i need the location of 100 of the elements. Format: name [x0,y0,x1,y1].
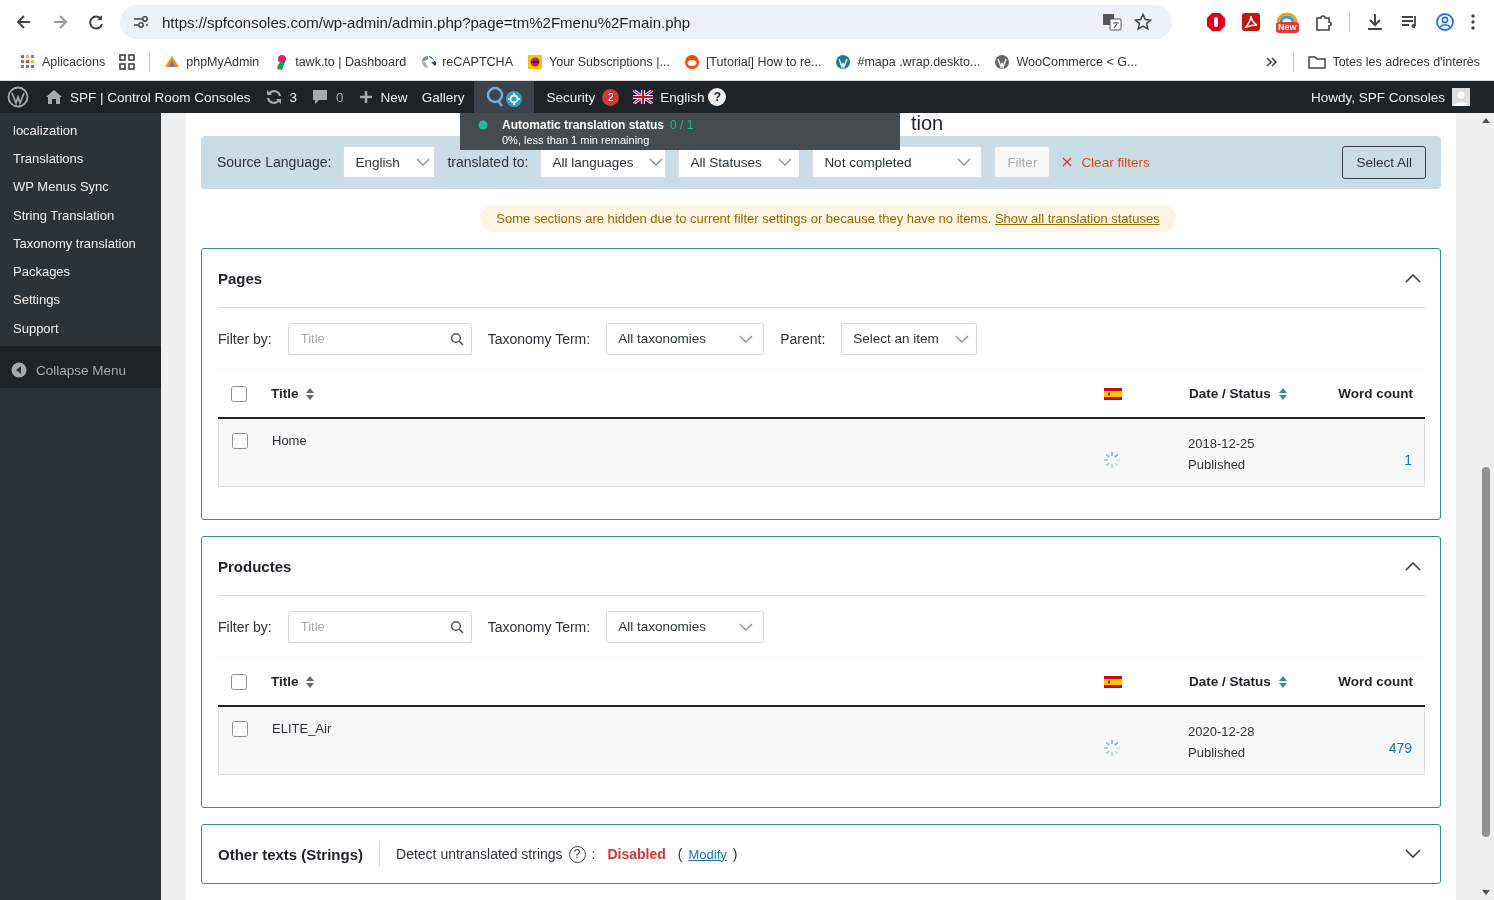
checkbox[interactable] [232,433,248,449]
pdf-icon[interactable] [1241,12,1261,32]
chevrons-icon[interactable] [1265,55,1280,69]
bookmark[interactable]: reCAPTCHA [420,54,513,70]
chevron-up-icon[interactable] [1405,273,1421,283]
account-link[interactable]: Howdy, SPF Consoles [1310,88,1470,106]
scroll-down-icon[interactable] [1482,890,1490,896]
extension-icon[interactable]: New [1276,11,1299,33]
puzzle-icon[interactable] [1313,12,1334,32]
comments-link[interactable]: 0 [311,88,344,106]
page-heading: tion [911,113,944,133]
sort-icon[interactable] [304,674,315,689]
column-header[interactable]: Date / Status [1189,674,1271,689]
column-header[interactable]: Date / Status [1189,386,1271,401]
chevron-down-icon [415,157,430,168]
sidebar-item[interactable]: String Translation [0,200,161,230]
section-title: Productes [218,557,292,575]
column-header[interactable]: Word count [1338,386,1413,401]
sidebar-item[interactable]: Taxonomy translation [0,229,161,258]
uk-flag-icon [633,90,654,104]
search-gear-icon [484,85,525,109]
detect-label: Detect untranslated strings [396,846,563,862]
site-link[interactable]: SPF | Control Room Consoles [45,88,251,106]
bookmark[interactable]: tawk.to | Dashboard [273,54,407,70]
wordpress-icon [835,54,852,70]
source-language-dropdown[interactable]: English [343,146,436,179]
rainbow-icon [1276,11,1299,22]
star-icon[interactable] [1134,13,1152,31]
site-settings-icon[interactable] [132,13,150,31]
translate-icon[interactable] [1102,12,1122,32]
home-icon [45,88,63,106]
stop-hand-icon[interactable] [1206,12,1226,32]
sort-icon[interactable] [1277,674,1288,689]
chevron-down-icon [739,333,754,344]
chevron-down-icon [739,621,754,632]
updates-link[interactable]: 3 [264,88,298,106]
spinner-icon [1103,738,1121,757]
collapse-menu-button[interactable]: Collapse Menu [0,346,161,389]
tab-groups-icon[interactable] [119,54,136,70]
item-status: Published [1188,457,1246,472]
security-link[interactable]: Security 2 [546,88,620,106]
language-link[interactable]: English ? [633,88,727,106]
bookmark[interactable]: Totes les adreces d'interès [1308,54,1480,70]
close-icon [1062,157,1073,168]
checkbox[interactable] [231,385,247,402]
colon-text: : [591,846,596,862]
sort-icon[interactable] [304,386,315,401]
bookmark[interactable]: WooCommerce < G... [994,54,1138,70]
parent-dropdown[interactable]: Select an item [841,322,978,355]
sidebar-item[interactable]: localization [0,116,161,145]
search-icon [449,619,464,634]
scroll-up-icon[interactable] [1482,117,1490,123]
sidebar-item[interactable]: Support [0,314,161,343]
translation-status-icon[interactable] [474,81,535,113]
profile-icon[interactable] [1434,12,1455,32]
sidebar-item[interactable]: Translations [0,144,161,173]
column-header[interactable]: Word count [1338,674,1413,689]
sidebar-item[interactable]: Settings [0,285,161,315]
bookmark[interactable]: Your Subscriptions |... [527,54,670,70]
bookmark[interactable]: [Tutorial] How to re... [683,54,822,70]
wordpress-icon [994,54,1011,70]
sidebar-item[interactable]: WP Menus Sync [0,172,161,201]
taxonomy-dropdown[interactable]: All taxonomies [606,322,765,355]
new-link[interactable]: New [357,89,408,105]
word-count-link[interactable]: 1 [1404,451,1412,468]
filter-label: Taxonomy Term: [487,330,591,347]
bookmark[interactable]: phpMyAdmin [164,54,260,70]
checkbox[interactable] [231,673,247,690]
item-date: 2020-12-28 [1188,724,1255,739]
scrollbar[interactable] [1478,113,1494,900]
sidebar-item[interactable]: Packages [0,257,161,286]
chevron-down-icon[interactable] [1405,849,1421,859]
select-all-button[interactable]: Select All [1342,145,1426,179]
word-count-link[interactable]: 479 [1388,739,1412,756]
folder-icon [1308,54,1327,70]
wordpress-logo-icon[interactable] [7,86,29,108]
new-badge: New [1276,21,1299,33]
chevron-up-icon[interactable] [1405,561,1421,571]
taxonomy-dropdown[interactable]: All taxonomies [606,610,765,643]
bookmark[interactable]: Aplicacions [20,54,106,70]
scrollbar-thumb[interactable] [1482,467,1490,837]
column-header[interactable]: Title [271,674,299,689]
comment-icon [311,88,330,106]
gallery-link[interactable]: Gallery [421,89,465,105]
filter-dropdown[interactable]: Not completed [812,146,983,179]
item-title[interactable]: ELITE_Air [272,721,332,736]
bookmark[interactable]: #mapa .wrap.deskto... [835,54,981,70]
search-field[interactable]: Title [287,322,472,355]
show-all-link[interactable]: Show all translation statuses [994,211,1160,226]
item-title[interactable]: Home [272,433,307,448]
search-field[interactable]: Title [287,610,472,643]
checkbox[interactable] [232,721,248,737]
sort-icon[interactable] [1277,386,1288,401]
item-status: Published [1188,745,1246,760]
plus-icon [357,89,374,105]
avatar-icon [1452,88,1470,106]
modify-link[interactable]: Modify [688,846,727,862]
more-icon[interactable] [1469,12,1476,32]
column-header[interactable]: Title [271,386,299,401]
filter-label: Filter by: [218,618,272,635]
